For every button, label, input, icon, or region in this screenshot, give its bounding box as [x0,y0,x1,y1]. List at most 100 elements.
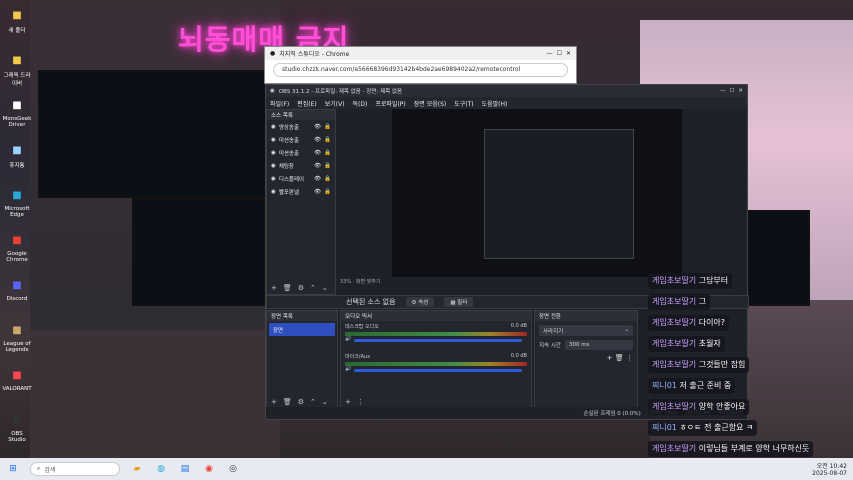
desktop-icon[interactable]: ■ 그래픽 드라이버 [2,51,32,88]
chevron-down-icon: ⌄ [624,327,629,333]
add-icon[interactable]: + [271,284,277,292]
source-item[interactable]: ◉ 영상송출 👁 🔒 [267,120,335,133]
up-icon[interactable]: ⌃ [310,398,316,406]
search-box[interactable]: ⌕ 검색 [30,462,120,476]
minimize-icon[interactable]: — [720,88,726,94]
maximize-icon[interactable]: ☐ [729,88,734,94]
source-item[interactable]: ◉ 미션송출 👁 🔒 [267,133,335,146]
lock-icon[interactable]: 🔒 [324,163,331,169]
add-icon[interactable]: + [345,398,351,406]
desktop-icon[interactable]: ■ Google Chrome [2,231,32,264]
more-icon[interactable]: ⋮ [626,354,633,362]
add-icon[interactable]: + [271,398,277,406]
scenes-panel: 장면 목록 장면 + 🗑 ⚙ ⌃ ⌄ [266,310,338,409]
chrome-icon: ● [270,50,276,57]
desktop-icon[interactable]: ■ VALORANT [2,366,32,393]
menu-item[interactable]: 프로파일(P) [375,99,405,108]
menu-item[interactable]: 독(D) [353,99,368,108]
lock-icon[interactable]: 🔒 [324,150,331,156]
close-icon[interactable]: ✕ [566,50,571,57]
preview-canvas[interactable] [392,109,682,277]
desktop-icon[interactable]: ■ League of Legends [2,321,32,354]
menu-item[interactable]: 도구(T) [454,99,473,108]
desktop-icon[interactable]: ■ Discord [2,276,32,303]
chrome-icon[interactable]: ◉ [202,462,216,476]
eye-icon[interactable]: 👁 [314,137,321,143]
desktop-icon[interactable]: ■ OBS Studio [2,411,32,444]
chat-text: 그 [696,297,707,306]
down-icon[interactable]: ⌄ [322,284,328,292]
close-icon[interactable]: ✕ [738,88,743,94]
properties-button[interactable]: ⚙ 속성 [405,297,435,307]
minimize-icon[interactable]: — [547,50,553,57]
chat-message: 게임초보딸기 초월자 [648,336,725,352]
desktop-icon[interactable]: ■ Microsoft Edge [2,186,32,219]
address-bar[interactable]: studio.chzzk.naver.com/a56668396d93142b4… [273,63,568,77]
mixer-db: 0.0 dB [510,353,527,359]
volume-slider[interactable] [354,339,522,342]
source-item[interactable]: ◉ 미션송출 👁 🔒 [267,146,335,159]
eye-icon[interactable]: 👁 [314,124,321,130]
start-button[interactable]: ⊞ [6,462,20,476]
edge-icon[interactable]: ◍ [154,462,168,476]
gear-icon[interactable]: ⚙ [298,284,304,292]
desktop-icon[interactable]: ■ MonsGeek Driver [2,96,32,129]
source-item[interactable]: ◉ 빨포판넬 👁 🔒 [267,185,335,198]
dropped-frames: 손실된 프레임 0 (0.0%) [583,411,641,417]
duration-input[interactable]: 300 ms [565,340,633,350]
transition-panel: 장면 전환 사라지기 ⌄ 지속 시간 300 ms + 🗑 ⋮ [534,310,638,409]
preview-nested-obs [484,129,634,259]
delete-icon[interactable]: 🗑 [615,354,624,362]
duration-label: 지속 시간 [539,343,561,349]
lock-icon[interactable]: 🔒 [324,137,331,143]
desktop-icon[interactable]: ■ 새 폴더 [2,6,32,35]
discord-icon: ■ [12,279,22,291]
scene-item[interactable]: 장면 [269,323,335,336]
up-icon[interactable]: ⌃ [310,284,316,292]
menu-item[interactable]: 편집(E) [297,99,317,108]
menu-item[interactable]: 장면 모음(S) [414,99,446,108]
store-icon[interactable]: ▤ [178,462,192,476]
desktop-icon-label: Google Chrome [6,251,28,263]
add-icon[interactable]: + [607,354,613,362]
desktop-icon-label: League of Legends [3,341,31,353]
chat-message: 게임초보딸기 그 [648,294,711,310]
source-item[interactable]: ◉ 채팅창 👁 🔒 [267,159,335,172]
chrome-window[interactable]: ● 치지직 스튜디오 - Chrome — ☐ ✕ studio.chzzk.n… [264,46,577,84]
eye-icon[interactable]: 👁 [314,150,321,156]
delete-icon[interactable]: 🗑 [283,398,292,406]
zoom-readout: 33% · 화면 맞추기 [340,279,381,285]
transition-select[interactable]: 사라지기 ⌄ [539,325,633,336]
obs-icon[interactable]: ◎ [226,462,240,476]
delete-icon[interactable]: 🗑 [283,284,292,292]
lock-icon[interactable]: 🔒 [324,189,331,195]
volume-slider[interactable] [354,369,522,372]
source-label: 빨포판넬 [278,189,300,196]
source-item[interactable]: ◉ 디스플레이 👁 🔒 [267,172,335,185]
desktop-icon-label: 그래픽 드라이버 [3,73,31,87]
down-icon[interactable]: ⌄ [322,398,328,406]
search-icon: ⌕ [37,465,41,472]
chrome-icon: ■ [12,234,22,246]
speaker-icon[interactable]: 🔊 [345,336,351,342]
more-icon[interactable]: ⋮ [357,398,364,406]
eye-icon[interactable]: 👁 [314,189,321,195]
menu-item[interactable]: 파일(F) [270,99,289,108]
file-explorer-icon[interactable]: ▰ [130,462,144,476]
desktop-icon[interactable]: ■ 휴지통 [2,141,32,170]
eye-icon[interactable]: 👁 [314,163,321,169]
speaker-icon[interactable]: 🔊 [345,366,351,372]
system-tray[interactable]: 오전 10:42 2025-08-07 [812,461,847,477]
menu-item[interactable]: 도움말(H) [482,99,508,108]
maximize-icon[interactable]: ☐ [557,50,562,57]
lock-icon[interactable]: 🔒 [324,176,331,182]
gear-icon[interactable]: ⚙ [298,398,304,406]
chat-text: 그것들만 잡힘 [696,360,746,369]
filter-button[interactable]: ▦ 필터 [444,297,474,307]
eye-icon[interactable]: 👁 [314,176,321,182]
menu-item[interactable]: 보기(V) [325,99,345,108]
mixer-db: 0.0 dB [510,323,527,329]
lock-icon[interactable]: 🔒 [324,124,331,130]
desktop-icon-label: Discord [6,296,28,302]
mixer-channel: 데스크탑 오디오 0.0 dB 🔊 [341,321,531,351]
